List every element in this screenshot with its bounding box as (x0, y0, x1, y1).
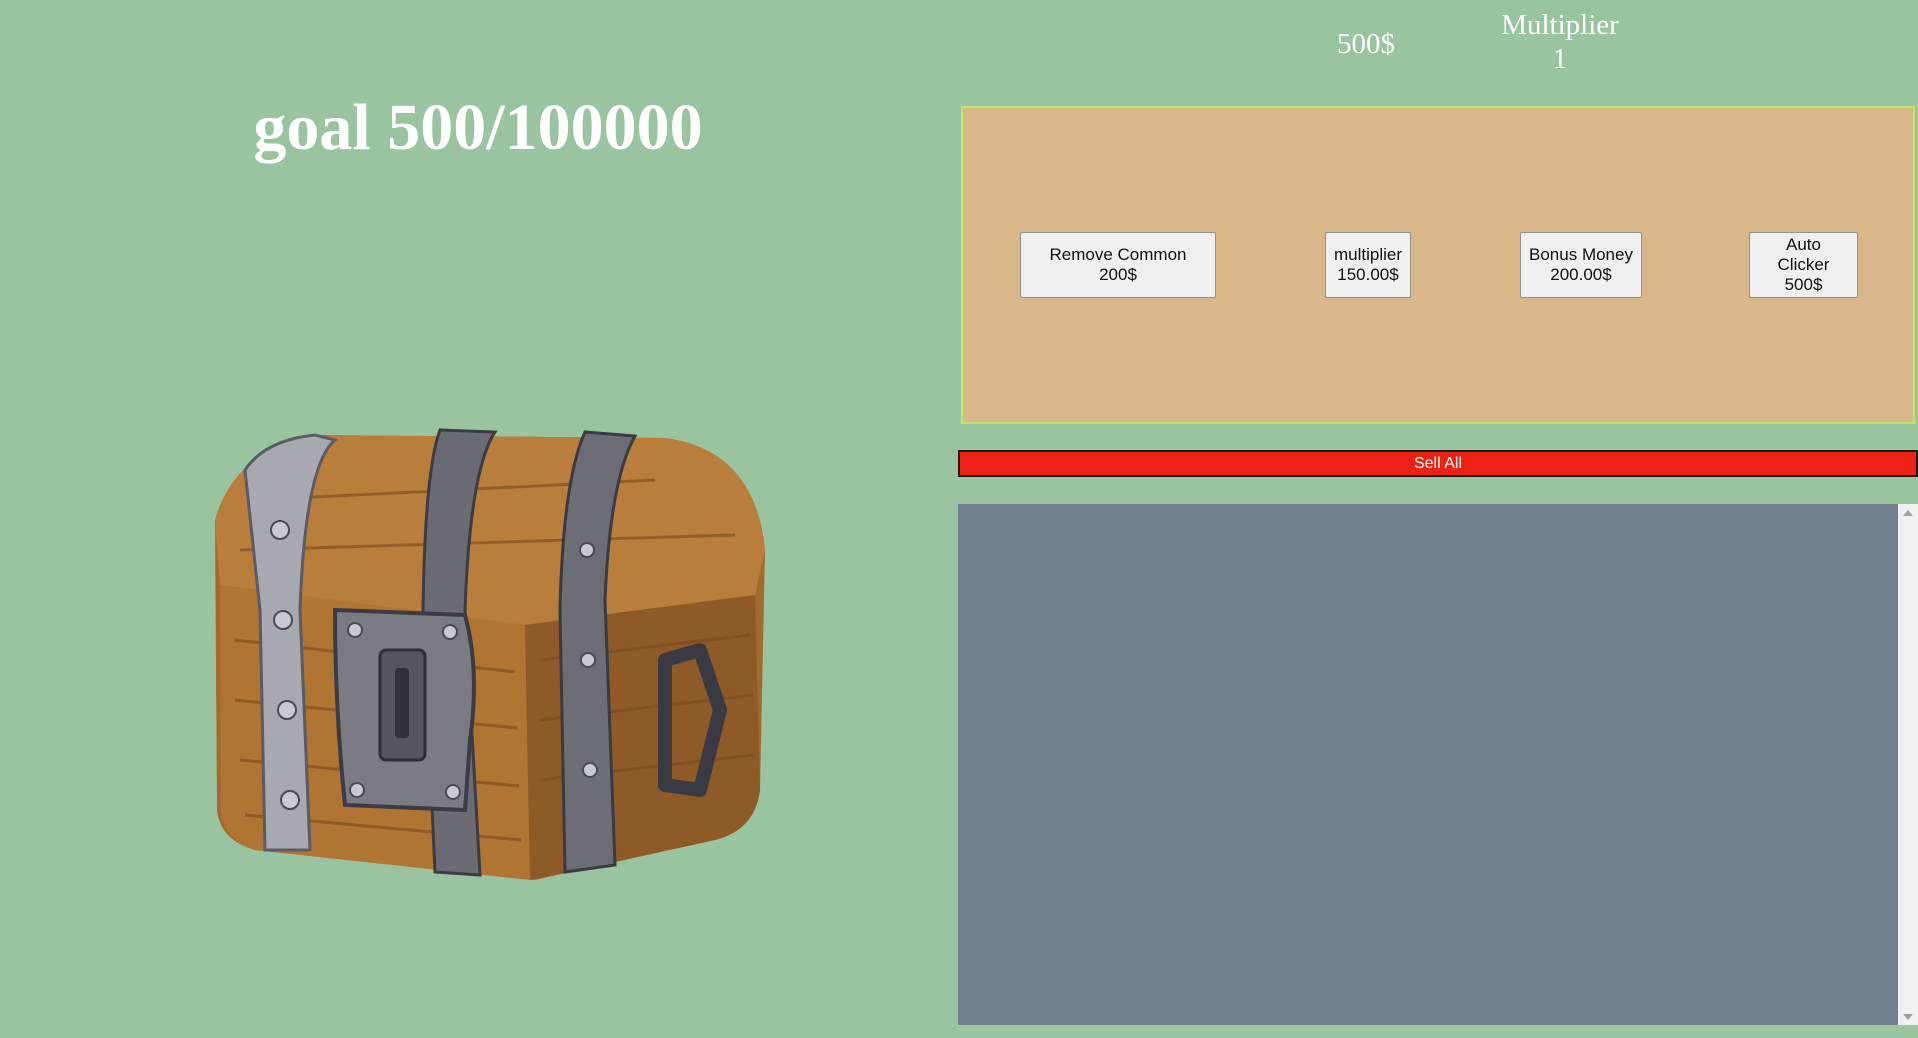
remove-common-label: Remove Common 200$ (1049, 245, 1187, 284)
auto-clicker-price: 500$ (1784, 275, 1823, 294)
multiplier-upgrade-label: multiplier (1334, 245, 1403, 264)
multiplier-upgrade-button[interactable]: multiplier 150.00$ (1325, 232, 1411, 298)
treasure-chest-icon[interactable] (195, 410, 767, 885)
multiplier-value: 1 (1552, 43, 1568, 75)
money-display: 500$ (1337, 28, 1395, 60)
bonus-money-button[interactable]: Bonus Money 200.00$ (1520, 232, 1642, 298)
game-page: goal 500/100000 500$ Multiplier 1 Remove… (0, 0, 1918, 1038)
bonus-money-price: 200.00$ (1550, 265, 1612, 284)
multiplier-display: Multiplier 1 (1460, 8, 1660, 76)
multiplier-upgrade-price: 150.00$ (1337, 265, 1399, 284)
scroll-up-arrow-icon[interactable] (1898, 504, 1918, 521)
sell-all-button[interactable]: Sell All (958, 450, 1918, 477)
goal-counter: goal 500/100000 (253, 91, 703, 164)
inventory-list[interactable] (958, 504, 1898, 1025)
shop-panel: Remove Common 200$ multiplier 150.00$ Bo… (961, 106, 1915, 424)
auto-clicker-button[interactable]: Auto Clicker 500$ (1749, 232, 1858, 298)
auto-clicker-label: Auto Clicker (1777, 235, 1830, 274)
inventory-scrollbar[interactable] (1898, 504, 1918, 1025)
multiplier-label: Multiplier (1501, 9, 1619, 41)
remove-common-button[interactable]: Remove Common 200$ (1020, 232, 1216, 298)
bonus-money-label: Bonus Money (1529, 245, 1633, 264)
scroll-down-arrow-icon[interactable] (1898, 1008, 1918, 1025)
